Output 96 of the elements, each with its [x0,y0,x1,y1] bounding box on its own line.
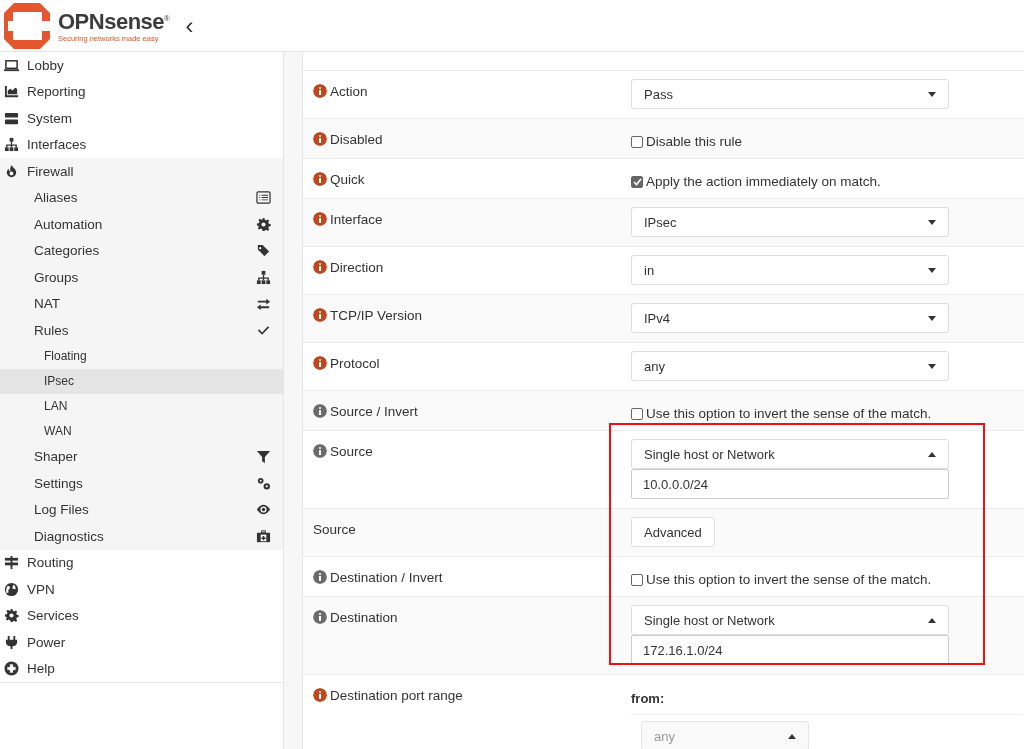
checkbox[interactable] [631,573,643,586]
sidebar-item[interactable]: VPN [0,576,283,603]
field-label: Destination port range [330,688,463,703]
brand-name: OPNsense$^{®}$ [58,8,170,34]
sidebar-item[interactable]: Groups [0,264,283,291]
sidebar-item[interactable]: IPsec [0,368,283,394]
dropdown[interactable]: Pass [631,79,949,109]
caret-icon [928,617,936,623]
info-icon[interactable] [313,132,327,146]
advanced-button[interactable]: Advanced [631,517,715,547]
arrows-icon [256,296,271,312]
checkbox-label: Use this option to invert the sense of the match. [646,572,932,587]
caret-icon [788,733,796,739]
field-label: Direction [330,260,384,275]
dropdown[interactable]: any [631,351,949,381]
caret-icon [928,363,936,369]
dropdown[interactable]: IPv4 [631,303,949,333]
field-label: TCP/IP Version [330,308,423,323]
info-icon[interactable] [313,570,327,584]
info-icon[interactable] [313,404,327,418]
field-label: Destination / Invert [330,570,443,585]
field-label: Quick [330,172,365,187]
gear-icon [256,216,271,232]
address-field[interactable]: 10.0.0.0/24 [631,469,949,499]
dropdown[interactable]: Single host or Network [631,605,949,635]
sidebar-item[interactable]: NAT [0,290,283,317]
field-label: Disabled [330,132,383,147]
sidebar-item[interactable]: Floating [0,343,283,369]
checkbox-label: Apply the action immediately on match. [646,174,881,189]
list-icon [256,190,271,206]
dropdown[interactable]: Single host or Network [631,439,949,469]
server-icon [4,110,19,126]
sidebar-item[interactable]: Lobby [0,52,283,79]
flame-icon [4,163,19,179]
caret-icon [928,451,936,457]
checkbox[interactable] [631,175,643,188]
checkbox-label: Use this option to invert the sense of the match. [646,406,932,421]
sidebar-item[interactable]: Automation [0,211,283,238]
collapse-sidebar-button[interactable]: ‹ [181,13,198,38]
dropdown[interactable]: IPsec [631,207,949,237]
sidebar-item[interactable]: LAN [0,393,283,419]
sidebar-item[interactable]: Rules [0,317,283,344]
sitemap-icon [256,269,271,285]
medkit-icon [256,528,271,544]
sidebar-item[interactable]: Settings [0,470,283,497]
sidebar-item[interactable]: Help [0,655,283,682]
sidebar-item[interactable]: System [0,105,283,132]
dropdown[interactable]: in [631,255,949,285]
sidebar-item[interactable]: Log Files [0,496,283,523]
sidebar-item[interactable]: Categories [0,237,283,264]
caret-icon [928,267,936,273]
sidebar-item[interactable]: Reporting [0,78,283,105]
field-label: Source [313,522,356,537]
sidebar-item[interactable]: Aliases [0,184,283,211]
gears-icon [256,475,271,491]
from-label: from: [631,683,1023,715]
tag-icon [256,243,271,259]
globe-icon [4,581,19,597]
info-icon[interactable] [313,260,327,274]
info-icon[interactable] [313,444,327,458]
checkbox-label: Disable this rule [646,134,743,149]
info-icon[interactable] [313,356,327,370]
info-icon[interactable] [313,610,327,624]
info-icon[interactable] [313,212,327,226]
caret-icon [928,91,936,97]
filter-icon [256,449,271,465]
caret-icon [928,315,936,321]
caret-icon [928,219,936,225]
sidebar-item[interactable]: Diagnostics [0,523,283,550]
signpost-icon [4,555,19,571]
field-label: Source [330,444,373,459]
sitemap-icon [4,137,19,153]
address-field[interactable]: 172.16.1.0/24 [631,635,949,665]
info-icon[interactable] [313,308,327,322]
checkbox[interactable] [631,135,643,148]
info-icon[interactable] [313,172,327,186]
sidebar-item[interactable]: Power [0,629,283,656]
checkbox[interactable] [631,407,643,420]
field-label: Protocol [330,356,380,371]
lifebuoy-icon [4,661,19,677]
field-label: Interface [330,212,383,227]
sidebar-item[interactable]: Shaper [0,443,283,470]
laptop-icon [4,57,19,73]
plug-icon [4,634,19,650]
sidebar-item[interactable]: Interfaces [0,131,283,158]
info-icon[interactable] [313,84,327,98]
chart-icon [4,84,19,100]
gear-icon [4,608,19,624]
sidebar-item[interactable]: Services [0,602,283,629]
sidebar-item[interactable]: WAN [0,418,283,444]
sidebar-item[interactable]: Firewall [0,158,283,185]
field-label: Source / Invert [330,404,418,419]
field-label: Action [330,84,368,99]
field-label: Destination [330,610,398,625]
logo-icon [4,2,50,49]
sidebar-item[interactable]: Routing [0,549,283,576]
